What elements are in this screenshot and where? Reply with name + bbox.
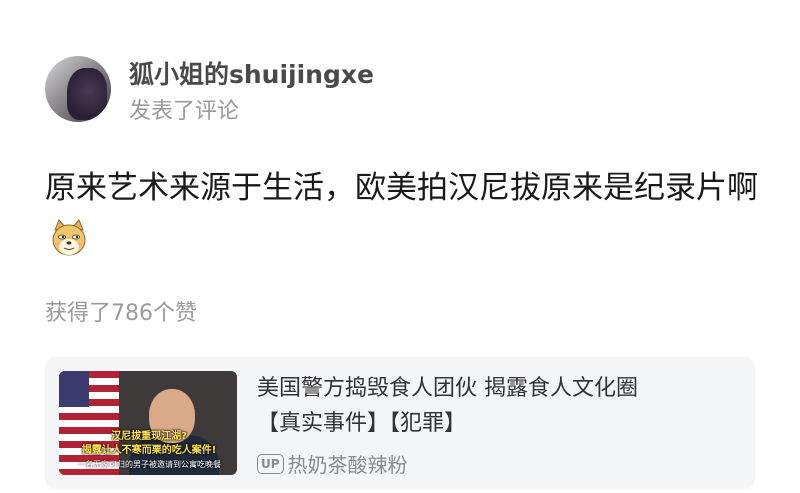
thumbnail-caption-3: 一名无家可归的男子被邀请到公寓吃晚餐 bbox=[77, 460, 221, 469]
video-title-line-1: 美国警方捣毁食人团伙 揭露食人文化圈 bbox=[257, 376, 638, 401]
action-text: 发表了评论 bbox=[129, 99, 240, 124]
comment-text: 原来艺术来源于生活，欧美拍汉尼拔原来是纪录片啊 bbox=[45, 162, 765, 266]
username[interactable]: 狐小姐的shuijingxe bbox=[129, 58, 374, 92]
author-name: 热奶茶酸辣粉 bbox=[287, 453, 408, 477]
video-author[interactable]: UP 热奶茶酸辣粉 bbox=[257, 449, 408, 478]
thumbnail-caption-1: 汉尼拔重现江湖? bbox=[111, 431, 187, 442]
video-card[interactable]: 汉尼拔重现江湖? 揭露让人不寒而栗的吃人案件! 一名无家可归的男子被邀请到公寓吃… bbox=[45, 357, 755, 489]
video-title[interactable]: 美国警方捣毁食人团伙 揭露食人文化圈 【真实事件】【犯罪】 bbox=[257, 371, 737, 441]
avatar[interactable] bbox=[45, 56, 111, 122]
video-title-line-2: 【真实事件】【犯罪】 bbox=[257, 411, 467, 436]
flag-canton bbox=[59, 371, 89, 407]
video-thumbnail[interactable]: 汉尼拔重现江湖? 揭露让人不寒而栗的吃人案件! 一名无家可归的男子被邀请到公寓吃… bbox=[59, 371, 237, 475]
user-meta: 狐小姐的shuijingxe 发表了评论 bbox=[129, 56, 374, 128]
thumbnail-caption-2: 揭露让人不寒而栗的吃人案件! bbox=[81, 445, 217, 456]
comment-header: 狐小姐的shuijingxe 发表了评论 bbox=[45, 56, 374, 128]
up-badge-icon: UP bbox=[257, 453, 284, 474]
comment-body: 原来艺术来源于生活，欧美拍汉尼拔原来是纪录片啊 bbox=[45, 170, 758, 206]
doge-emoji-icon bbox=[52, 219, 86, 256]
likes-count: 获得了786个赞 bbox=[45, 301, 197, 326]
